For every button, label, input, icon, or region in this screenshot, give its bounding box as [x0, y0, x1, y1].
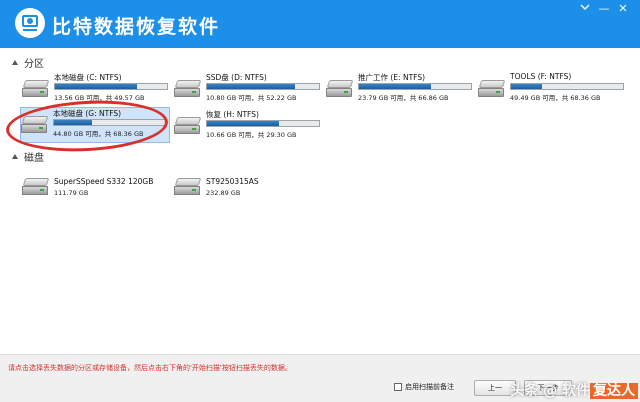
partition-c[interactable]: 本地磁盘 (C: NTFS) 13.56 GB 可用，共 49.57 GB: [22, 72, 172, 106]
usage-bar: [510, 83, 624, 90]
partition-name: SSD盘 (D: NTFS): [206, 73, 267, 82]
disk-section-header[interactable]: 磁盘: [12, 149, 44, 164]
minimize-icon[interactable]: —: [597, 2, 611, 16]
hard-drive-icon: [326, 80, 354, 102]
watermark-text: 头条 @ 软件: [510, 383, 590, 399]
partition-name: 本地磁盘 (G: NTFS): [53, 109, 122, 118]
footer-bar: 请点击选择丢失数据的分区或存储设备，然后点击右下角的'开始扫描'按钮扫描丢失的数…: [0, 354, 640, 402]
partition-f[interactable]: TOOLS (F: NTFS) 49.49 GB 可用，共 68.36 GB: [478, 72, 628, 106]
restore-icon[interactable]: [578, 2, 592, 16]
watermark-highlight: 复达人: [590, 383, 638, 399]
partition-size: 10.66 GB 可用，共 29.30 GB: [206, 131, 297, 139]
hard-drive-icon: [174, 117, 202, 139]
watermark: 头条 @ 软件 复达人: [510, 380, 638, 400]
collapse-arrow-icon: [12, 59, 18, 65]
usage-bar-fill: [359, 84, 431, 89]
backup-checkbox[interactable]: 启用扫描前备注: [394, 382, 454, 392]
usage-bar: [54, 83, 168, 90]
hard-drive-icon: [478, 80, 506, 102]
usage-bar-fill: [55, 84, 137, 89]
collapse-arrow-icon: [12, 153, 18, 159]
hard-drive-icon: [21, 116, 49, 138]
disk-name: ST9250315AS: [206, 177, 259, 186]
partition-section-header[interactable]: 分区: [12, 55, 44, 70]
usage-bar-fill: [207, 84, 296, 89]
usage-bar: [206, 120, 320, 127]
partition-g[interactable]: 本地磁盘 (G: NTFS) 44.80 GB 可用，共 68.36 GB: [20, 107, 170, 143]
usage-bar-fill: [207, 121, 279, 126]
usage-bar-fill: [511, 84, 543, 89]
usage-bar: [358, 83, 472, 90]
main-content: 分区 本地磁盘 (C: NTFS) 13.56 GB 可用，共 49.57 GB…: [0, 48, 640, 354]
hard-drive-icon: [174, 178, 202, 200]
usage-bar: [206, 83, 320, 90]
hard-drive-icon: [22, 80, 50, 102]
disk-hdd[interactable]: ST9250315AS 232.89 GB: [174, 174, 324, 206]
instruction-hint: 请点击选择丢失数据的分区或存储设备，然后点击右下角的'开始扫描'按钮扫描丢失的数…: [8, 364, 292, 372]
partition-size: 49.49 GB 可用，共 68.36 GB: [510, 94, 601, 102]
hard-drive-icon: [174, 80, 202, 102]
checkbox-label: 启用扫描前备注: [405, 383, 454, 391]
usage-bar: [53, 119, 167, 126]
partition-size: 13.56 GB 可用，共 49.57 GB: [54, 94, 145, 102]
partition-header-label: 分区: [24, 58, 44, 70]
partition-name: 本地磁盘 (C: NTFS): [54, 73, 122, 82]
disk-size: 232.89 GB: [206, 189, 241, 197]
disk-name: SuperSSpeed S332 120GB: [54, 177, 154, 186]
disk-header-label: 磁盘: [24, 152, 44, 164]
usage-bar-fill: [54, 120, 93, 125]
partition-name: 推广工作 (E: NTFS): [358, 73, 426, 82]
disk-size: 111.79 GB: [54, 189, 89, 197]
partition-name: 恢复 (H: NTFS): [206, 110, 259, 119]
drive-logo-icon: [15, 8, 45, 38]
partition-size: 23.79 GB 可用，共 66.86 GB: [358, 94, 449, 102]
partition-name: TOOLS (F: NTFS): [510, 72, 572, 81]
partition-d[interactable]: SSD盘 (D: NTFS) 10.80 GB 可用，共 52.22 GB: [174, 72, 324, 106]
app-title: 比特数据恢复软件: [52, 16, 221, 38]
partition-e[interactable]: 推广工作 (E: NTFS) 23.79 GB 可用，共 66.86 GB: [326, 72, 476, 106]
partition-size: 10.80 GB 可用，共 52.22 GB: [206, 94, 297, 102]
close-icon[interactable]: ✕: [616, 2, 630, 16]
disk-ssd[interactable]: SuperSSpeed S332 120GB 111.79 GB: [22, 174, 172, 206]
checkbox-icon[interactable]: [394, 383, 402, 391]
partition-size: 44.80 GB 可用，共 68.36 GB: [53, 130, 144, 138]
title-bar: 比特数据恢复软件 — ✕: [0, 0, 640, 48]
partition-h[interactable]: 恢复 (H: NTFS) 10.66 GB 可用，共 29.30 GB: [174, 109, 324, 143]
hard-drive-icon: [22, 178, 50, 200]
